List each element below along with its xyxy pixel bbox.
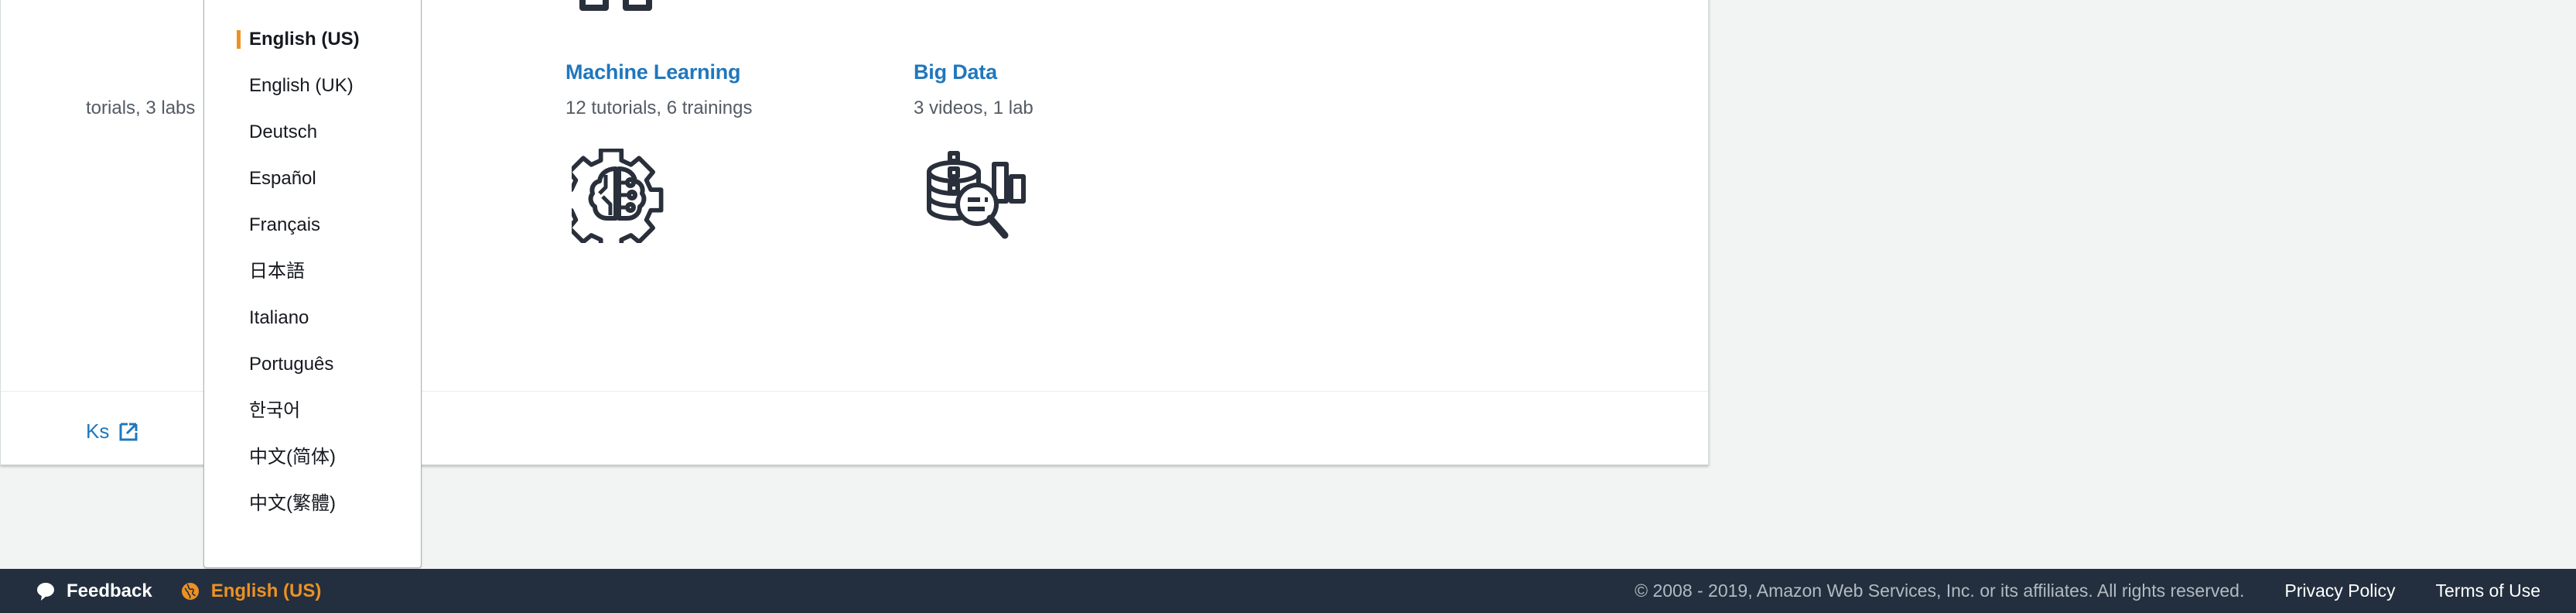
tile-subtitle: 3 videos, 1 lab (914, 98, 1033, 118)
data-analytics-icon (920, 149, 1044, 249)
language-selector-button[interactable]: English (US) (180, 580, 322, 602)
language-dropdown-menu[interactable]: English (US) English (UK) Deutsch Españo… (203, 0, 422, 568)
gear-brain-icon (572, 149, 695, 249)
feedback-label: Feedback (67, 580, 152, 601)
language-option-english-us[interactable]: English (US) (204, 16, 421, 63)
language-option-chinese-simplified[interactable]: 中文(简体) (204, 434, 421, 481)
tile-subtitle: torials, 3 labs (86, 98, 196, 118)
footer-right-group: © 2008 - 2019, Amazon Web Services, Inc.… (1635, 580, 2576, 601)
language-option-italiano[interactable]: Italiano (204, 295, 421, 341)
language-option-english-uk[interactable]: English (UK) (204, 63, 421, 109)
copyright-text: © 2008 - 2019, Amazon Web Services, Inc.… (1635, 580, 2245, 601)
terms-of-use-link[interactable]: Terms of Use (2436, 580, 2540, 601)
globe-icon (180, 581, 200, 601)
language-option-korean[interactable]: 한국어 (204, 388, 421, 434)
tile-title[interactable]: Machine Learning (565, 60, 741, 84)
language-option-portugues[interactable]: Português (204, 341, 421, 388)
tile-subtitle: 12 tutorials, 6 trainings (565, 98, 753, 118)
page-root: torials, 3 labs Machine Learning 12 tuto… (0, 0, 2576, 613)
privacy-policy-link[interactable]: Privacy Policy (2284, 580, 2395, 601)
global-footer: Feedback English (US) © 2008 - 2019, Ama… (0, 569, 2576, 613)
database-stack-icon (914, 0, 1037, 31)
compute-instance-icon (86, 0, 210, 31)
external-link-icon (118, 422, 138, 442)
speech-bubble-icon (36, 581, 56, 601)
feedback-button[interactable]: Feedback (36, 580, 152, 602)
language-option-francais[interactable]: Français (204, 202, 421, 248)
tile-big-data[interactable]: Big Data 3 videos, 1 lab (914, 0, 1269, 391)
external-link-label: Ks (86, 420, 110, 443)
language-option-espanol[interactable]: Español (204, 156, 421, 202)
language-option-chinese-traditional[interactable]: 中文(繁體) (204, 481, 421, 527)
robot-machine-learning-icon (565, 0, 689, 31)
language-option-japanese[interactable]: 日本語 (204, 248, 421, 295)
tile-title[interactable]: Big Data (914, 60, 997, 84)
tile-machine-learning[interactable]: Machine Learning 12 tutorials, 6 trainin… (565, 0, 921, 391)
footer-left-group: Feedback English (US) (0, 580, 321, 602)
language-option-deutsch[interactable]: Deutsch (204, 109, 421, 156)
language-label: English (US) (210, 580, 322, 601)
external-resources-link[interactable]: Ks (86, 420, 138, 443)
